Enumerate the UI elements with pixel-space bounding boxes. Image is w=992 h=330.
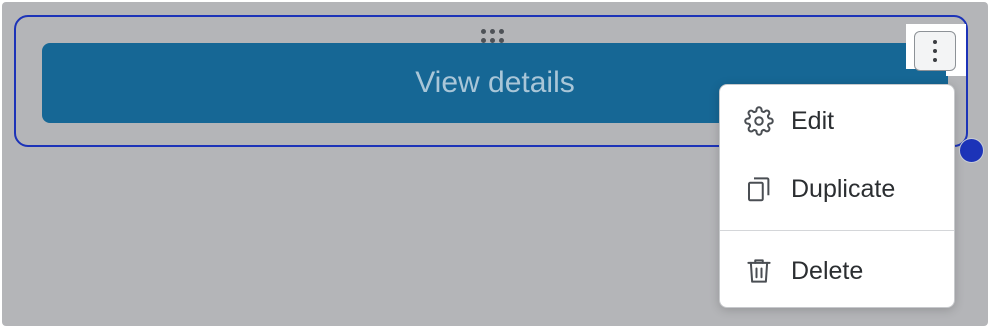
duplicate-icon: [748, 177, 770, 202]
menu-item-duplicate[interactable]: Duplicate: [720, 161, 954, 217]
kebab-dot: [933, 49, 937, 53]
menu-item-delete[interactable]: Delete: [720, 243, 954, 299]
menu-item-label: Duplicate: [791, 174, 896, 203]
menu-item-edit[interactable]: Edit: [720, 93, 954, 149]
menu-item-label: Delete: [791, 256, 864, 285]
more-options-button[interactable]: [914, 31, 956, 71]
block-options-menu: Edit Duplicate Delete: [719, 84, 955, 308]
kebab-dot: [933, 40, 937, 44]
menu-divider: [720, 230, 954, 231]
trash-icon: [747, 259, 771, 283]
menu-item-label: Edit: [791, 106, 835, 135]
resize-handle[interactable]: [959, 138, 984, 163]
kebab-dot: [933, 58, 937, 62]
gear-icon: [744, 106, 774, 136]
